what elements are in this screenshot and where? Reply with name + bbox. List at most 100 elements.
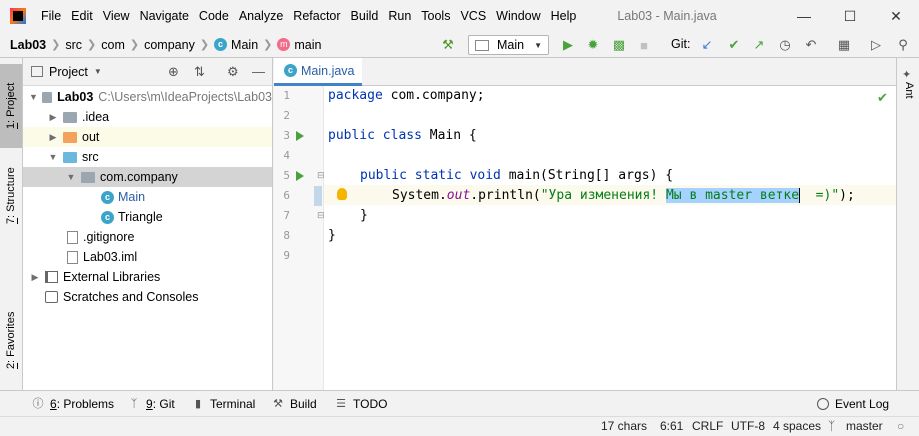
git-push-icon[interactable]: ↗	[751, 37, 767, 53]
hide-icon[interactable]: —	[252, 64, 265, 79]
line-number: 6	[283, 189, 290, 202]
tree-label: External Libraries	[63, 270, 161, 284]
git-label: Git:	[671, 37, 691, 51]
breadcrumb-com[interactable]: com	[101, 38, 125, 52]
tab-ant[interactable]: Ant	[901, 82, 915, 122]
line-separator[interactable]: CRLF	[692, 417, 723, 436]
tab-label: Main.java	[301, 63, 355, 78]
project-view-select[interactable]: Project	[49, 65, 88, 79]
minimize-icon[interactable]: —	[781, 0, 827, 32]
tree-item-gitignore[interactable]: .gitignore	[23, 227, 272, 247]
vcs-change-marker	[314, 186, 322, 206]
tab-number: 6	[50, 397, 57, 411]
menu-analyze[interactable]: Analyze	[234, 0, 288, 32]
build-hammer-icon[interactable]: ⚒	[440, 37, 456, 53]
tree-item-lab03-iml[interactable]: Lab03.iml	[23, 247, 272, 267]
tab-todo[interactable]: ☰ TODO	[335, 391, 387, 417]
tree-item-external-libraries[interactable]: ▶ External Libraries	[23, 267, 272, 287]
tab-project[interactable]: 1: Project	[0, 64, 22, 148]
git-update-icon[interactable]: ↙	[699, 37, 715, 53]
tree-item-com-company[interactable]: ▼ com.company	[23, 167, 272, 187]
menu-refactor[interactable]: Refactor	[288, 0, 345, 32]
package-icon	[81, 171, 95, 183]
run-icon[interactable]: ▶	[560, 37, 576, 53]
chevron-down-icon[interactable]: ▼	[94, 67, 102, 76]
collapse-all-icon[interactable]: ⇅	[194, 64, 205, 80]
folder-icon	[63, 111, 77, 123]
menu-help[interactable]: Help	[546, 0, 582, 32]
menu-file[interactable]: File	[36, 0, 66, 32]
breadcrumb-main-method[interactable]: m main	[277, 38, 321, 52]
code-editor[interactable]: 1 2 3 4 5 6 7 8 9 ⊟ ⊟ package com.compan…	[274, 86, 896, 390]
tab-label: : Favorites	[5, 311, 17, 363]
run-gutter-icon[interactable]	[296, 131, 304, 141]
line-number: 9	[283, 249, 290, 262]
status-bar: 17 chars 6:61 CRLF UTF-8 4 spaces ᛉ mast…	[0, 416, 919, 435]
tab-favorites[interactable]: 2: Favorites	[0, 298, 22, 382]
tab-problems[interactable]: ⓘ 6: Problems	[32, 391, 115, 417]
code-keyword: public class	[328, 128, 422, 143]
menu-build[interactable]: Build	[346, 0, 384, 32]
presentation-icon[interactable]: ▷	[868, 37, 884, 53]
run-gutter-icon[interactable]	[296, 171, 304, 181]
tab-main-java[interactable]: c Main.java ✕	[274, 58, 362, 86]
code-text: }	[328, 228, 336, 243]
breadcrumb-main-class[interactable]: c Main	[214, 38, 258, 52]
close-icon[interactable]: ✕	[873, 0, 919, 32]
tree-item-scratches[interactable]: Scratches and Consoles	[23, 287, 272, 307]
tree-item-main[interactable]: c Main	[23, 187, 272, 207]
menu-tools[interactable]: Tools	[416, 0, 455, 32]
search-icon[interactable]: ⚲	[895, 37, 911, 53]
run-configuration-select[interactable]: Main ▼	[468, 35, 549, 55]
lock-icon[interactable]: ○	[897, 417, 904, 436]
breadcrumb-project[interactable]: Lab03	[10, 38, 46, 52]
maximize-icon[interactable]: ☐	[827, 0, 873, 32]
fold-icon[interactable]: ⊟	[317, 170, 325, 181]
stop-icon[interactable]: ■	[636, 37, 652, 53]
chevron-down-icon: ▼	[48, 152, 58, 162]
intention-bulb-icon[interactable]	[337, 188, 347, 200]
coverage-icon[interactable]: ▩	[611, 37, 627, 53]
breadcrumb-company[interactable]: company	[144, 38, 195, 52]
fold-icon[interactable]: ⊟	[317, 210, 325, 221]
line-number: 7	[283, 209, 290, 222]
line-number: 1	[283, 89, 290, 102]
tab-build[interactable]: ⚒ Build	[272, 391, 317, 417]
tree-item-idea[interactable]: ▶ .idea	[23, 107, 272, 127]
menu-edit[interactable]: Edit	[66, 0, 98, 32]
breadcrumb-src[interactable]: src	[65, 38, 82, 52]
run-config-icon	[475, 39, 489, 51]
tab-structure[interactable]: 7: Structure	[0, 154, 22, 238]
git-commit-icon[interactable]: ✔	[726, 37, 742, 53]
tree-item-out[interactable]: ▶ out	[23, 127, 272, 147]
gear-icon[interactable]: ⚙	[227, 64, 239, 80]
tab-git[interactable]: ᛉ 9: Git	[128, 391, 175, 417]
menu-vcs[interactable]: VCS	[455, 0, 491, 32]
menu-bar: File Edit View Navigate Code Analyze Ref…	[0, 0, 919, 32]
event-log-button[interactable]: Event Log	[817, 391, 889, 417]
tab-terminal[interactable]: ▮ Terminal	[192, 391, 255, 417]
indent-setting[interactable]: 4 spaces	[773, 417, 821, 436]
git-rollback-icon[interactable]: ↶	[803, 37, 819, 53]
tree-item-lab03[interactable]: ▼ Lab03 C:\Users\m\IdeaProjects\Lab03	[23, 87, 272, 107]
project-structure-icon[interactable]: ▦	[836, 37, 852, 53]
menu-view[interactable]: View	[98, 0, 135, 32]
menu-code[interactable]: Code	[194, 0, 234, 32]
git-branch[interactable]: master	[846, 417, 883, 436]
tab-number: 7	[5, 218, 17, 225]
locate-icon[interactable]: ⊕	[168, 64, 179, 80]
event-log-label: Event Log	[835, 397, 890, 411]
tab-number: 2	[5, 362, 17, 369]
tree-item-triangle[interactable]: c Triangle	[23, 207, 272, 227]
git-history-icon[interactable]: ◷	[777, 37, 793, 53]
inspection-ok-icon[interactable]: ✔	[877, 90, 888, 106]
tree-item-src[interactable]: ▼ src	[23, 147, 272, 167]
menu-navigate[interactable]: Navigate	[135, 0, 194, 32]
code-text: Main {	[421, 128, 477, 143]
debug-icon[interactable]: ✹	[585, 37, 601, 53]
line-number: 3	[283, 129, 290, 142]
menu-run[interactable]: Run	[383, 0, 416, 32]
file-encoding[interactable]: UTF-8	[731, 417, 765, 436]
menu-window[interactable]: Window	[491, 0, 545, 32]
caret-position[interactable]: 6:61	[660, 417, 683, 436]
